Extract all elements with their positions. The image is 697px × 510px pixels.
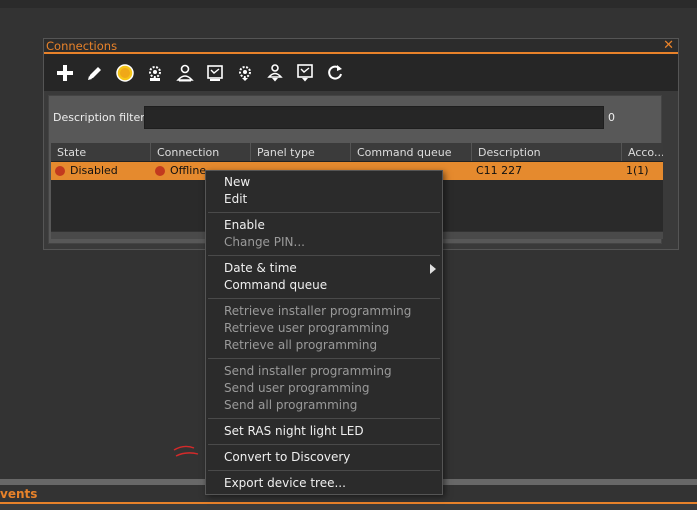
menu-item-send-all-programming: Send all programming	[224, 398, 358, 412]
cell-state: Disabled	[51, 162, 151, 180]
menu-item-export-device-tree[interactable]: Export device tree...	[206, 475, 442, 492]
menu-separator	[208, 255, 440, 256]
menu-item-retrieve-user-programming: Retrieve user programming	[224, 321, 390, 335]
cell-description: C11 227	[476, 164, 523, 177]
filter-count: 0	[608, 111, 615, 124]
submenu-arrow-icon	[430, 264, 436, 274]
menu-separator	[208, 298, 440, 299]
toolbar	[44, 54, 678, 91]
events-panel-title: vents	[0, 487, 38, 501]
panel-config-icon	[207, 64, 223, 81]
menu-item-send-user-programming: Send user programming	[224, 381, 370, 395]
cell-account: 1(1)	[626, 164, 649, 177]
menu-separator	[208, 470, 440, 471]
user-button[interactable]	[172, 60, 198, 86]
menu-item-command-queue[interactable]: Command queue	[206, 277, 442, 294]
menu-item-retrieve-installer-programming: Retrieve installer programming	[224, 304, 412, 318]
context-menu: New Edit Enable Change PIN... Date & tim…	[205, 170, 443, 495]
menu-item-convert-to-discovery[interactable]: Convert to Discovery	[206, 449, 442, 466]
panel-config-button[interactable]	[202, 60, 228, 86]
state-text: Disabled	[70, 164, 118, 177]
refresh-icon	[328, 64, 342, 80]
settings-button[interactable]	[142, 60, 168, 86]
column-header-state[interactable]: State	[51, 143, 151, 161]
menu-item-change-pin: Change PIN...	[224, 235, 305, 249]
menu-item-send-installer-programming: Send installer programming	[224, 364, 392, 378]
panel-down-button[interactable]	[292, 60, 318, 86]
add-button[interactable]	[52, 60, 78, 86]
column-header-command-queue[interactable]: Command queue	[351, 143, 472, 161]
plus-icon	[57, 64, 73, 81]
menu-item-label: Date & time	[224, 261, 297, 275]
events-panel	[0, 504, 697, 510]
column-header-connection[interactable]: Connection	[151, 143, 251, 161]
window-title: Connections	[46, 39, 118, 53]
menu-separator	[208, 444, 440, 445]
menu-item-edit[interactable]: Edit	[206, 191, 442, 208]
gear-down-icon	[239, 65, 251, 81]
menu-item-new[interactable]: New	[206, 174, 442, 191]
refresh-button[interactable]	[322, 60, 348, 86]
circle-indicator-icon	[116, 63, 134, 82]
menu-separator	[208, 418, 440, 419]
menu-separator	[208, 358, 440, 359]
menu-item-retrieve-all-programming: Retrieve all programming	[224, 338, 378, 352]
description-filter-input[interactable]	[144, 106, 604, 129]
status-dot-icon	[55, 166, 65, 176]
pencil-icon	[88, 66, 101, 80]
status-button[interactable]	[112, 60, 138, 86]
menu-item-set-ras-night-light-led[interactable]: Set RAS night light LED	[206, 423, 442, 440]
red-arrow-annotation	[173, 445, 199, 457]
menu-separator	[208, 212, 440, 213]
user-down-button[interactable]	[262, 60, 288, 86]
table-header: State Connection Panel type Command queu…	[51, 143, 663, 162]
window-title-bar: Connections ✕	[44, 39, 678, 54]
status-dot-icon	[155, 166, 165, 176]
top-bar	[0, 0, 697, 8]
gear-person-icon	[149, 65, 161, 81]
column-header-description[interactable]: Description	[472, 143, 622, 161]
column-header-panel-type[interactable]: Panel type	[251, 143, 351, 161]
menu-item-enable[interactable]: Enable	[206, 217, 442, 234]
connection-text: Offline	[170, 164, 207, 177]
column-header-account[interactable]: Acco...	[622, 143, 663, 161]
filter-label: Description filter:	[53, 111, 149, 124]
panel-down-icon	[297, 63, 313, 81]
settings-down-button[interactable]	[232, 60, 258, 86]
user-down-icon	[267, 63, 283, 81]
close-icon[interactable]: ✕	[663, 39, 674, 53]
menu-item-date-time[interactable]: Date & time	[206, 260, 442, 277]
edit-button[interactable]	[82, 60, 108, 86]
filter-row: Description filter: 0	[53, 106, 659, 130]
user-icon	[176, 64, 194, 81]
